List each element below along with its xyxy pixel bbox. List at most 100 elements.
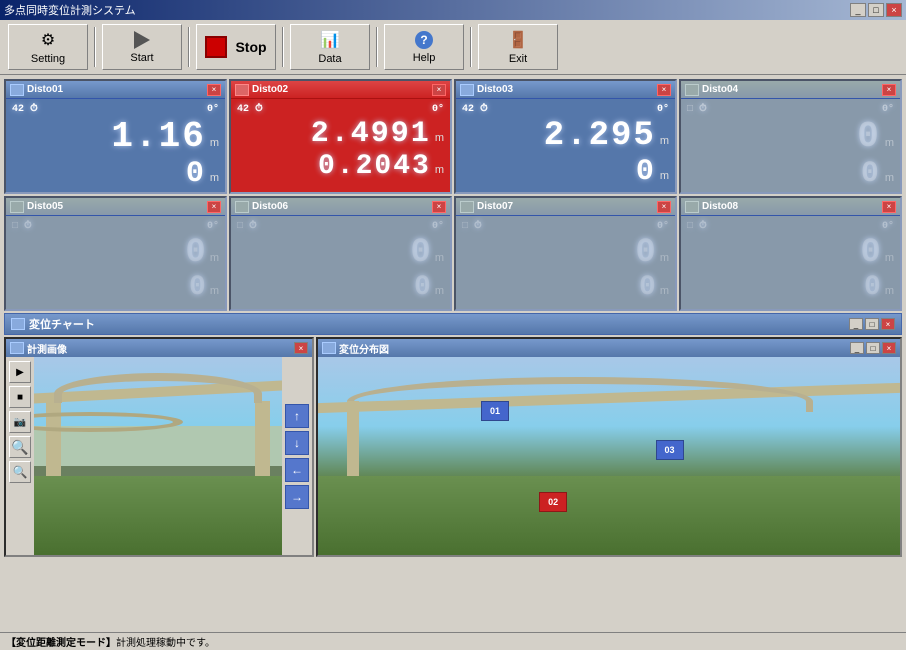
disto05-unit2: m bbox=[210, 285, 219, 297]
disto06-close-button[interactable]: × bbox=[432, 201, 446, 213]
title-bar-buttons: _ □ × bbox=[850, 3, 902, 17]
disto04-close-button[interactable]: × bbox=[882, 84, 896, 96]
greenery bbox=[34, 476, 282, 555]
point-marker-02[interactable]: 02 bbox=[539, 492, 567, 512]
camera-panel: 計測画像 × ▶ ■ 📷 🔍 🔍 bbox=[4, 337, 314, 557]
disto03-header: Disto03 × bbox=[456, 81, 675, 99]
disto01-top-row: 42 ⏱ 0° bbox=[12, 103, 219, 115]
disto03-panel: Disto03 × 42 ⏱ 0° 2.295 m 0 m bbox=[454, 79, 677, 194]
disto01-header: Disto01 × bbox=[6, 81, 225, 99]
disto02-unit1: m bbox=[435, 132, 444, 144]
disto04-value2: 0 bbox=[861, 159, 881, 189]
data-icon: 📊 bbox=[320, 30, 340, 50]
camera-play-button[interactable]: ▶ bbox=[9, 361, 31, 383]
disto08-unit2: m bbox=[885, 285, 894, 297]
disto01-value2-row: 0 m bbox=[12, 157, 219, 191]
disto03-title: Disto03 bbox=[460, 84, 513, 96]
maximize-button[interactable]: □ bbox=[868, 3, 884, 17]
distrib-greenery bbox=[318, 476, 900, 555]
stop-button[interactable]: Stop bbox=[196, 24, 276, 70]
disto02-body: 42 ⏱ 0° 2.4991 m 0.2043 m bbox=[231, 99, 450, 187]
disto04-unit2: m bbox=[885, 172, 894, 184]
distrib-close-button[interactable]: × bbox=[882, 342, 896, 354]
distrib-minimize-button[interactable]: _ bbox=[850, 342, 864, 354]
disto01-unit1: m bbox=[210, 137, 219, 149]
point-marker-01[interactable]: 01 bbox=[481, 401, 509, 421]
disto02-title: Disto02 bbox=[235, 84, 288, 96]
disto01-close-button[interactable]: × bbox=[207, 84, 221, 96]
dir-down-button[interactable]: ↓ bbox=[285, 431, 309, 455]
disto-icon bbox=[460, 84, 474, 96]
disto03-value2-row: 0 m bbox=[462, 155, 669, 189]
disto06-value1: 0 bbox=[410, 234, 430, 272]
disto06-counter: □ ⏱ bbox=[237, 220, 257, 232]
distribution-title: 変位分布図 bbox=[322, 341, 389, 356]
disto08-close-button[interactable]: × bbox=[882, 201, 896, 213]
dir-up-button[interactable]: ↑ bbox=[285, 404, 309, 428]
disto06-value2: 0 bbox=[414, 272, 431, 303]
dir-right-button[interactable]: → bbox=[285, 485, 309, 509]
disto04-value2-row: 0 m bbox=[687, 157, 894, 191]
toolbar-separator3 bbox=[282, 27, 284, 67]
disto08-body: □ ⏱ 0° 0 m 0 m bbox=[681, 216, 900, 307]
stop-icon bbox=[205, 36, 227, 58]
disto05-close-button[interactable]: × bbox=[207, 201, 221, 213]
chart-minimize-button[interactable]: _ bbox=[849, 318, 863, 330]
disto03-top-row: 42 ⏱ 0° bbox=[462, 103, 669, 115]
disto01-angle: 0° bbox=[207, 104, 219, 115]
camera-zoom-out-button[interactable]: 🔍 bbox=[9, 461, 31, 483]
disto04-unit1: m bbox=[885, 137, 894, 149]
start-button[interactable]: Start bbox=[102, 24, 182, 70]
data-button[interactable]: 📊 Data bbox=[290, 24, 370, 70]
title-bar: 多点同時変位計測システム _ □ × bbox=[0, 0, 906, 20]
camera-zoom-in-button[interactable]: 🔍 bbox=[9, 436, 31, 458]
camera-stop-button[interactable]: ■ bbox=[9, 386, 31, 408]
distribution-background: 01 03 02 bbox=[318, 357, 900, 555]
disto04-header: Disto04 × bbox=[681, 81, 900, 99]
chart-maximize-button[interactable]: □ bbox=[865, 318, 879, 330]
camera-capture-button[interactable]: 📷 bbox=[9, 411, 31, 433]
disto08-value2: 0 bbox=[864, 272, 881, 303]
help-button[interactable]: ? Help bbox=[384, 24, 464, 70]
bridge-simulation bbox=[34, 357, 282, 555]
data-label: Data bbox=[318, 53, 341, 65]
gear-icon: ⚙ bbox=[41, 30, 55, 50]
disto08-panel: Disto08 × □ ⏱ 0° 0 m 0 m bbox=[679, 196, 902, 311]
setting-button[interactable]: ⚙ Setting bbox=[8, 24, 88, 70]
chart-icon bbox=[11, 318, 25, 330]
distrib-pillar bbox=[347, 401, 359, 480]
disto01-title: Disto01 bbox=[10, 84, 63, 96]
disto05-header: Disto05 × bbox=[6, 198, 225, 216]
disto03-close-button[interactable]: × bbox=[657, 84, 671, 96]
disto02-close-button[interactable]: × bbox=[432, 84, 446, 96]
play-icon bbox=[134, 31, 150, 49]
disto04-counter: □ ⏱ bbox=[687, 103, 707, 115]
exit-button[interactable]: 🚪 Exit bbox=[478, 24, 558, 70]
dir-left-button[interactable]: ← bbox=[285, 458, 309, 482]
minimize-button[interactable]: _ bbox=[850, 3, 866, 17]
disto02-value2-row: 0.2043 m bbox=[237, 151, 444, 183]
close-button[interactable]: × bbox=[886, 3, 902, 17]
disto06-title: Disto06 bbox=[235, 201, 288, 213]
disto05-value2: 0 bbox=[189, 272, 206, 303]
disto02-unit2: m bbox=[435, 164, 444, 176]
disto07-close-button[interactable]: × bbox=[657, 201, 671, 213]
disto02-top-row: 42 ⏱ 0° bbox=[237, 103, 444, 115]
exit-icon: 🚪 bbox=[508, 30, 528, 50]
camera-close-button[interactable]: × bbox=[294, 342, 308, 354]
chart-close-button[interactable]: × bbox=[881, 318, 895, 330]
disto04-panel: Disto04 × □ ⏱ 0° 0 m 0 m bbox=[679, 79, 902, 194]
disto08-angle: 0° bbox=[882, 221, 894, 232]
disto07-header: Disto07 × bbox=[456, 198, 675, 216]
disto02-angle: 0° bbox=[432, 104, 444, 115]
disto08-unit1: m bbox=[885, 252, 894, 264]
disto02-value2: 0.2043 bbox=[318, 153, 431, 181]
disto01-value2: 0 bbox=[186, 159, 206, 189]
point-marker-03[interactable]: 03 bbox=[656, 440, 684, 460]
disto02-value1-row: 2.4991 m bbox=[237, 117, 444, 151]
distribution-buttons: _ □ × bbox=[850, 342, 896, 354]
distrib-maximize-button[interactable]: □ bbox=[866, 342, 880, 354]
distribution-body: 01 03 02 bbox=[318, 357, 900, 555]
disto07-angle: 0° bbox=[657, 221, 669, 232]
disto05-title: Disto05 bbox=[10, 201, 63, 213]
